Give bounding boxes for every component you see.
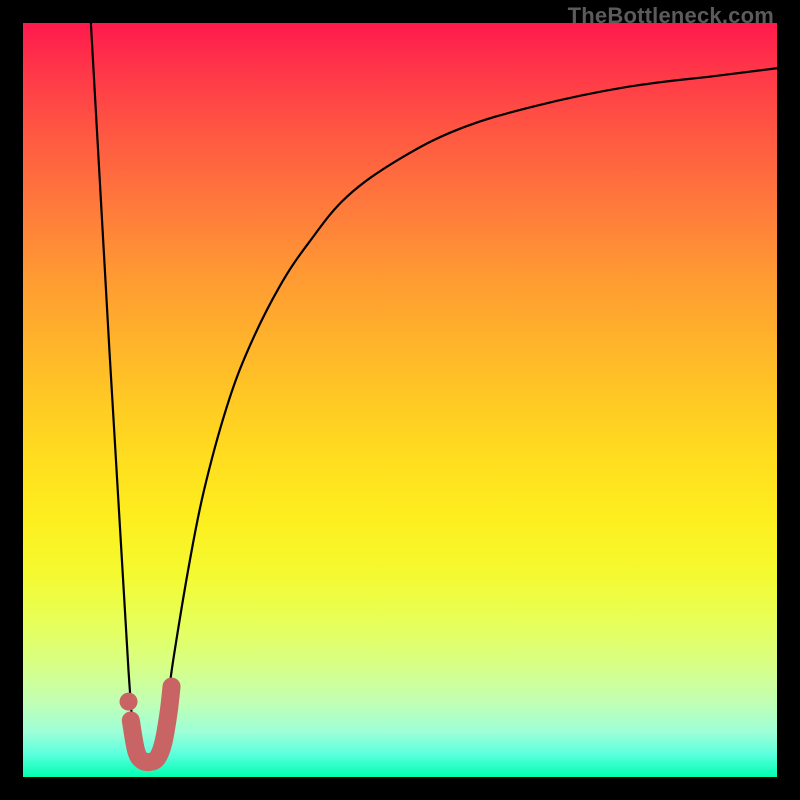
chart-frame: TheBottleneck.com — [0, 0, 800, 800]
highlight-dot — [120, 693, 138, 711]
watermark-text: TheBottleneck.com — [568, 3, 774, 29]
chart-svg — [23, 23, 777, 777]
highlight-region — [131, 687, 172, 763]
bottleneck-curve — [91, 23, 777, 756]
plot-area — [23, 23, 777, 777]
